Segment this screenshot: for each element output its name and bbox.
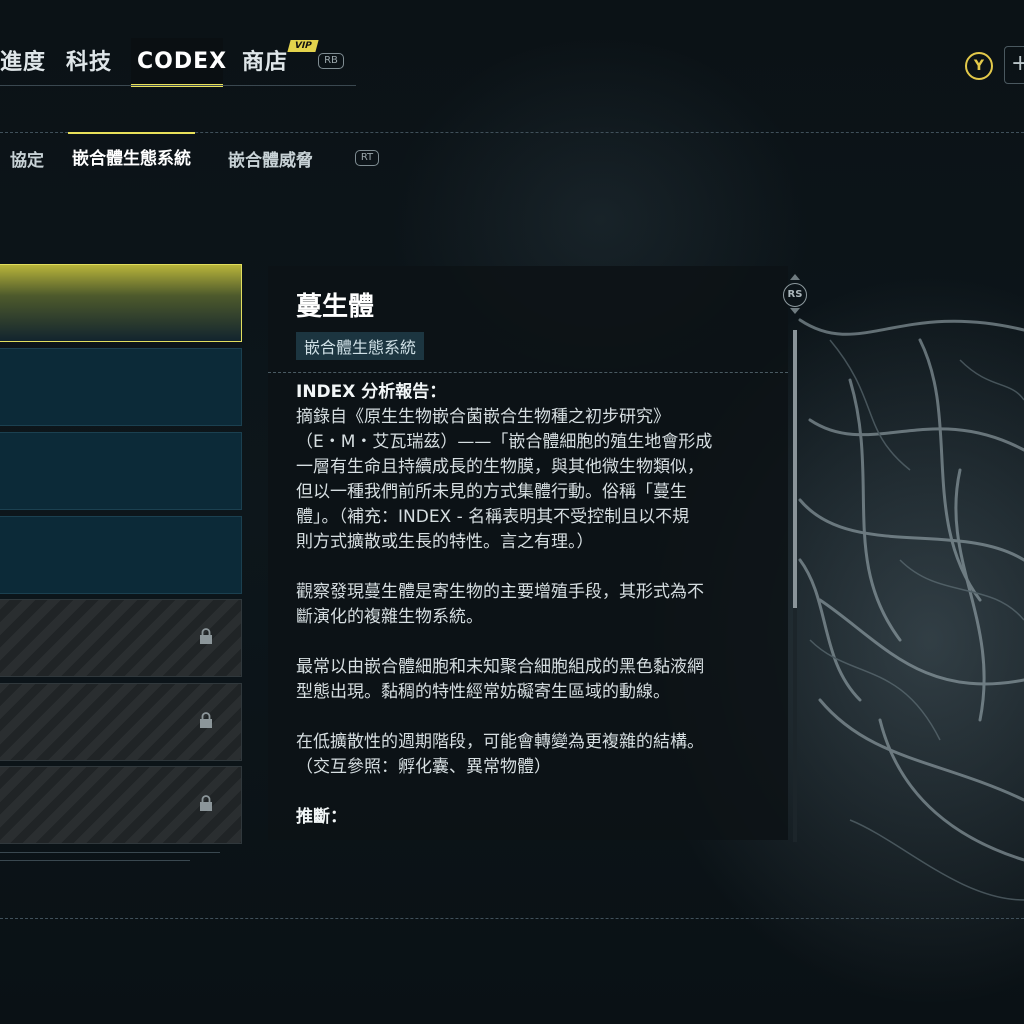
subtab-chimera-threat[interactable]: 嵌合體威脅 bbox=[228, 146, 313, 171]
entry-title: 蔓生體 bbox=[296, 292, 375, 322]
vip-badge: VIP bbox=[287, 40, 319, 52]
tab-progress[interactable]: 進度 bbox=[0, 46, 46, 86]
list-divider bbox=[0, 860, 190, 861]
rt-button-icon: RT bbox=[355, 150, 379, 166]
rs-button-icon[interactable]: RS bbox=[783, 283, 807, 307]
list-divider bbox=[0, 852, 220, 853]
plus-button[interactable]: + bbox=[1004, 46, 1024, 84]
top-divider bbox=[0, 85, 356, 86]
rb-button-icon: RB bbox=[318, 53, 344, 69]
list-item[interactable] bbox=[0, 348, 242, 426]
entry-paragraph: 在低擴散性的週期階段，可能會轉變為更複雜的結構。 （交互參照：孵化囊、異常物體） bbox=[296, 732, 704, 777]
scroll-up-icon bbox=[790, 274, 800, 280]
list-item-locked[interactable] bbox=[0, 766, 242, 844]
entry-paragraph: 最常以由嵌合體細胞和未知聚合細胞組成的黑色黏液網 型態出現。黏稠的特性經常妨礙寄… bbox=[296, 657, 704, 702]
entry-paragraph: 觀察發現蔓生體是寄生物的主要增殖手段，其形式為不 斷演化的複雜生物系統。 bbox=[296, 582, 704, 627]
lock-icon bbox=[200, 795, 212, 811]
list-item[interactable] bbox=[0, 516, 242, 594]
top-navigation: 進度 科技 CODEX 商店 VIP RB Y + bbox=[0, 0, 1024, 96]
tab-codex[interactable]: CODEX bbox=[131, 38, 226, 87]
tab-store[interactable]: 商店 bbox=[242, 46, 288, 86]
scroll-down-icon bbox=[790, 308, 800, 314]
lock-icon bbox=[200, 712, 212, 728]
scrollbar[interactable] bbox=[793, 330, 797, 842]
entry-body: INDEX 分析報告： 摘錄自《原生生物嵌合菌嵌合生物種之初步研究》 （E・M・… bbox=[296, 380, 762, 830]
entry-paragraph: 摘錄自《原生生物嵌合菌嵌合生物種之初步研究》 （E・M・艾瓦瑞茲）——「嵌合體細… bbox=[296, 407, 713, 552]
subtab-protocol[interactable]: 協定 bbox=[10, 146, 44, 171]
entry-inference-label: 推斷： bbox=[296, 807, 347, 827]
y-button-icon[interactable]: Y bbox=[965, 52, 993, 80]
panel-divider bbox=[268, 372, 788, 373]
list-item-locked[interactable] bbox=[0, 599, 242, 677]
lock-icon bbox=[200, 628, 212, 644]
entry-category-badge: 嵌合體生態系統 bbox=[296, 332, 425, 360]
codex-entry-panel: 蔓生體 嵌合體生態系統 INDEX 分析報告： 摘錄自《原生生物嵌合菌嵌合生物種… bbox=[268, 266, 788, 840]
subtab-chimera-ecosystem[interactable]: 嵌合體生態系統 bbox=[68, 132, 195, 178]
list-item[interactable] bbox=[0, 264, 242, 342]
list-item-locked[interactable] bbox=[0, 683, 242, 761]
scrollbar-thumb[interactable] bbox=[793, 330, 797, 608]
divider-dashed bbox=[0, 918, 1024, 919]
entry-heading: INDEX 分析報告： bbox=[296, 382, 447, 402]
list-item[interactable] bbox=[0, 432, 242, 510]
tab-technology[interactable]: 科技 bbox=[66, 46, 112, 86]
